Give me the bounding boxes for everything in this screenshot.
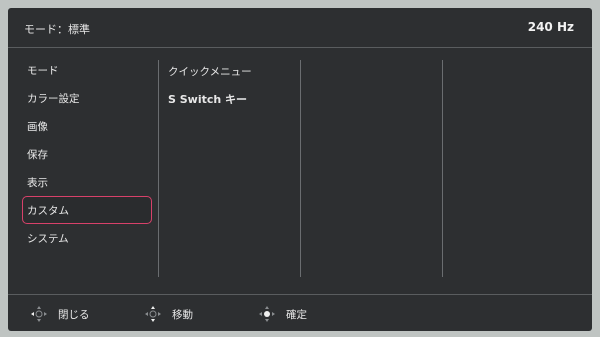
close-button[interactable]: 閉じる <box>30 305 90 323</box>
sub-item-quick-menu[interactable]: クイックメニュー <box>168 58 298 86</box>
menu-item-color-settings[interactable]: カラー設定 <box>22 84 152 112</box>
osd-footer: 閉じる 移動 確定 <box>8 294 592 331</box>
column-divider <box>158 60 159 277</box>
sub-menu: クイックメニュー S Switch キー <box>168 58 298 114</box>
refresh-rate: 240 Hz <box>527 20 574 34</box>
dpad-updown-icon <box>145 306 161 322</box>
osd-header: モード：標準 240 Hz <box>8 8 592 48</box>
confirm-label: 確定 <box>286 308 307 321</box>
osd-panel: モード：標準 240 Hz モード カラー設定 画像 保存 表示 カスタム シス… <box>8 8 592 331</box>
menu-item-image[interactable]: 画像 <box>22 112 152 140</box>
dpad-left-icon <box>31 306 47 322</box>
menu-item-system[interactable]: システム <box>22 224 152 252</box>
menu-item-custom[interactable]: カスタム <box>22 196 152 224</box>
confirm-button[interactable]: 確定 <box>258 305 307 323</box>
move-label: 移動 <box>172 308 193 321</box>
menu-item-display[interactable]: 表示 <box>22 168 152 196</box>
close-label: 閉じる <box>58 308 90 321</box>
column-divider <box>300 60 301 277</box>
sub-item-s-switch-key[interactable]: S Switch キー <box>168 86 298 114</box>
move-button[interactable]: 移動 <box>144 305 193 323</box>
menu-item-mode[interactable]: モード <box>22 56 152 84</box>
mode-title: モード：標準 <box>24 23 90 36</box>
menu-item-save[interactable]: 保存 <box>22 140 152 168</box>
main-menu: モード カラー設定 画像 保存 表示 カスタム システム <box>22 56 152 252</box>
column-divider <box>442 60 443 277</box>
dpad-center-icon <box>259 306 275 322</box>
